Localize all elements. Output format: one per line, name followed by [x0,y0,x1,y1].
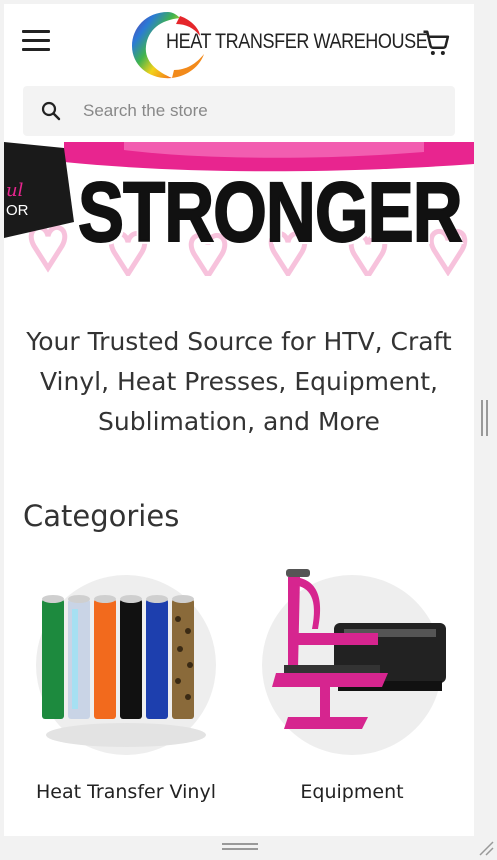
category-card-equipment[interactable]: Equipment [252,569,452,803]
logo-text: HEAT TRANSFER WAREHOUSE [166,30,428,53]
heat-press-image [258,569,446,759]
site-logo[interactable]: HEAT TRANSFER WAREHOUSE [128,6,428,82]
vinyl-rolls-image [32,569,220,759]
resize-corner-icon[interactable] [478,840,494,856]
category-label: Heat Transfer Vinyl [36,781,216,803]
category-label: Equipment [300,781,404,803]
site-header: HEAT TRANSFER WAREHOUSE [4,4,474,82]
tote-text-2: OR [6,202,29,219]
hamburger-menu-icon[interactable] [22,30,50,56]
banner-headline: STRONGER [77,165,463,259]
horizontal-resize-handle[interactable] [222,843,258,853]
vertical-resize-handle[interactable] [481,400,489,436]
search-icon[interactable] [41,101,61,126]
tote-text-1: ul [6,180,24,201]
browser-viewport: HEAT TRANSFER WAREHOUSE Search the store… [4,4,474,836]
search-input[interactable] [83,86,443,136]
shopping-cart-icon[interactable] [421,28,451,58]
category-card-heat-transfer-vinyl[interactable]: Heat Transfer Vinyl [26,569,226,803]
hero-tagline: Your Trusted Source for HTV, Craft Vinyl… [26,327,452,436]
categories-heading: Categories [23,499,180,533]
search-bar [23,86,455,136]
promo-banner[interactable]: ul OR STRONGER [4,142,474,276]
